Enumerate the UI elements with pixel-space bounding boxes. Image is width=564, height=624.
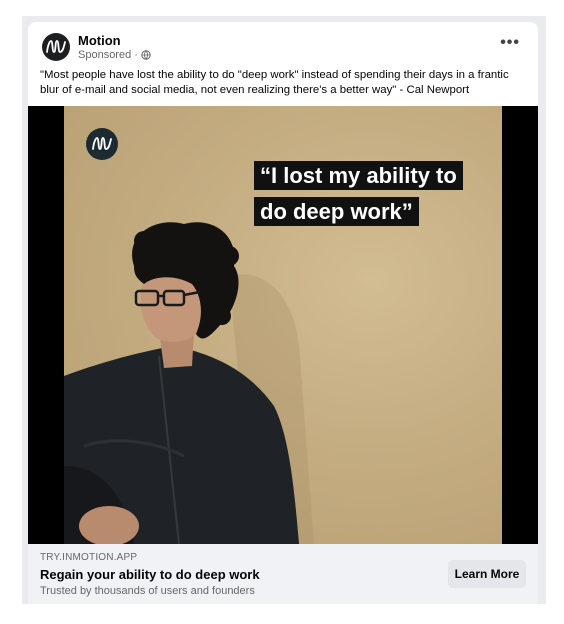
- learn-more-button[interactable]: Learn More: [448, 560, 526, 588]
- link-headline[interactable]: Regain your ability to do deep work: [40, 567, 260, 582]
- ad-media[interactable]: “I lost my ability to do deep work”: [28, 106, 538, 544]
- post-caption: "Most people have lost the ability to do…: [40, 69, 509, 96]
- motion-logo-icon[interactable]: [42, 33, 70, 61]
- quote-overlay: “I lost my ability to do deep work”: [254, 158, 474, 230]
- motion-watermark-logo: [86, 128, 118, 160]
- quote-line-2: do deep work”: [254, 197, 419, 226]
- sponsored-label[interactable]: Sponsored ·: [78, 49, 138, 61]
- globe-icon: [141, 50, 151, 60]
- more-options-icon[interactable]: •••: [500, 34, 520, 52]
- quote-line-1: “I lost my ability to: [254, 161, 463, 190]
- link-domain: TRY.INMOTION.APP: [40, 552, 138, 563]
- post-header: Motion Sponsored · •••: [28, 22, 538, 66]
- ad-photo: “I lost my ability to do deep work”: [64, 106, 502, 544]
- sponsored-post-card: Motion Sponsored · ••• "Most people have…: [28, 22, 538, 604]
- brand-name[interactable]: Motion: [78, 33, 121, 48]
- link-preview[interactable]: TRY.INMOTION.APP Regain your ability to …: [28, 544, 538, 604]
- post-meta: Sponsored ·: [78, 49, 151, 61]
- link-description: Trusted by thousands of users and founde…: [40, 585, 255, 597]
